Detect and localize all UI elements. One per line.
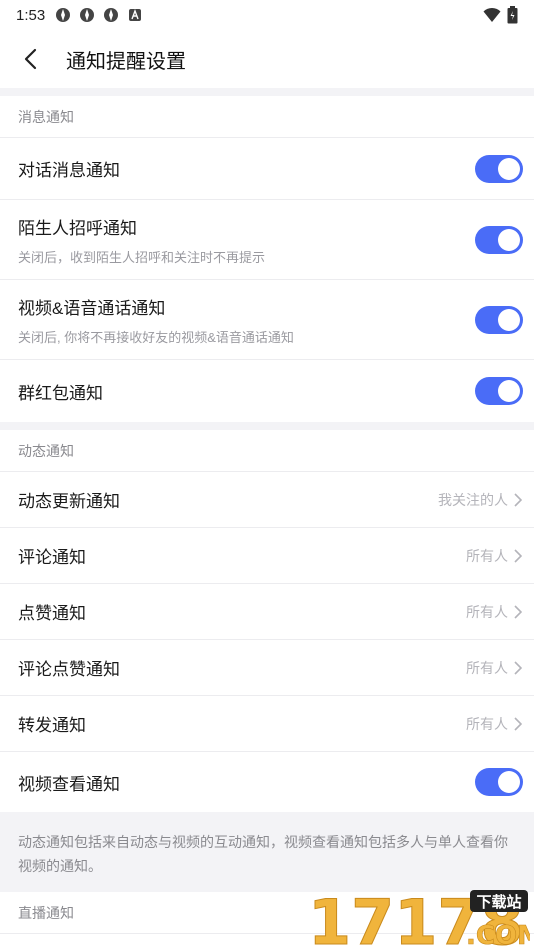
row-value: 所有人 [466, 602, 522, 622]
page-title: 通知提醒设置 [66, 50, 186, 73]
row-description: 关闭后, 你将不再接收好友的视频&语音通话通知 [18, 329, 294, 345]
dialog-message-row[interactable]: 对话消息通知 [0, 138, 534, 200]
stranger-greeting-toggle[interactable] [475, 225, 523, 254]
section-title: 消息通知 [0, 96, 534, 138]
row-label: 视频查看通知 [18, 774, 120, 794]
dynamic-update-row[interactable]: 动态更新通知 我关注的人 [0, 472, 534, 528]
dialog-message-toggle[interactable] [475, 154, 523, 183]
row-label: 评论通知 [18, 548, 86, 567]
row-description: 关闭后，收到陌生人招呼和关注时不再提示 [18, 249, 266, 265]
chevron-right-icon [514, 604, 522, 619]
row-label: 视频&语音通话通知 [18, 298, 166, 318]
row-value: 所有人 [466, 714, 522, 734]
status-bar: 1:53 [0, 0, 534, 30]
battery-icon [507, 6, 518, 24]
row-value: 所有人 [466, 658, 522, 678]
chevron-right-icon [514, 660, 522, 675]
status-time: 1:53 [16, 6, 46, 24]
repost-row[interactable]: 转发通知 所有人 [0, 696, 534, 752]
dynamic-notification-note: 动态通知包括来自动态与视频的互动通知，视频查看通知包括多人与单人查看你视频的通知… [18, 834, 508, 874]
row-label: 对话消息通知 [18, 161, 120, 180]
dynamic-notification-section: 动态通知 动态更新通知 我关注的人 评论通知 所有人 点赞通知 所有人 评论点赞… [0, 430, 534, 812]
row-value: 我关注的人 [438, 490, 522, 510]
row-label: 点赞通知 [18, 604, 86, 623]
chevron-left-icon [24, 48, 37, 70]
video-view-row[interactable]: 视频查看通知 [0, 752, 534, 812]
header: 通知提醒设置 [0, 30, 534, 88]
chevron-right-icon [514, 548, 522, 563]
chevron-right-icon [514, 716, 522, 731]
watermark-logo: 17178 下载站 .COM [308, 888, 531, 948]
watermark-domain: .COM [466, 921, 530, 948]
back-button[interactable] [0, 30, 60, 88]
chevron-right-icon [514, 492, 522, 507]
notification-a-icon [129, 9, 142, 21]
video-view-toggle[interactable] [475, 768, 523, 796]
row-label: 评论点赞通知 [18, 660, 120, 679]
comment-like-row[interactable]: 评论点赞通知 所有人 [0, 640, 534, 696]
row-label: 陌生人招呼通知 [18, 218, 137, 238]
message-notification-section: 消息通知 对话消息通知 陌生人招呼通知 关闭后，收到陌生人招呼和关注时不再提示 … [0, 96, 534, 422]
app-icon [104, 8, 119, 22]
row-value: 所有人 [466, 546, 522, 566]
video-voice-call-toggle[interactable] [475, 305, 523, 334]
app-icon [80, 8, 95, 22]
wifi-icon [483, 7, 501, 22]
app-icon [56, 8, 71, 22]
group-red-packet-toggle[interactable] [475, 377, 523, 405]
like-row[interactable]: 点赞通知 所有人 [0, 584, 534, 640]
group-red-packet-row[interactable]: 群红包通知 [0, 360, 534, 422]
row-label: 转发通知 [18, 716, 86, 735]
row-label: 群红包通知 [18, 383, 103, 403]
video-voice-call-row[interactable]: 视频&语音通话通知 关闭后, 你将不再接收好友的视频&语音通话通知 [0, 280, 534, 360]
section-title: 动态通知 [0, 430, 534, 472]
comment-row[interactable]: 评论通知 所有人 [0, 528, 534, 584]
watermark-tag: 下载站 [476, 893, 521, 911]
stranger-greeting-row[interactable]: 陌生人招呼通知 关闭后，收到陌生人招呼和关注时不再提示 [0, 200, 534, 280]
